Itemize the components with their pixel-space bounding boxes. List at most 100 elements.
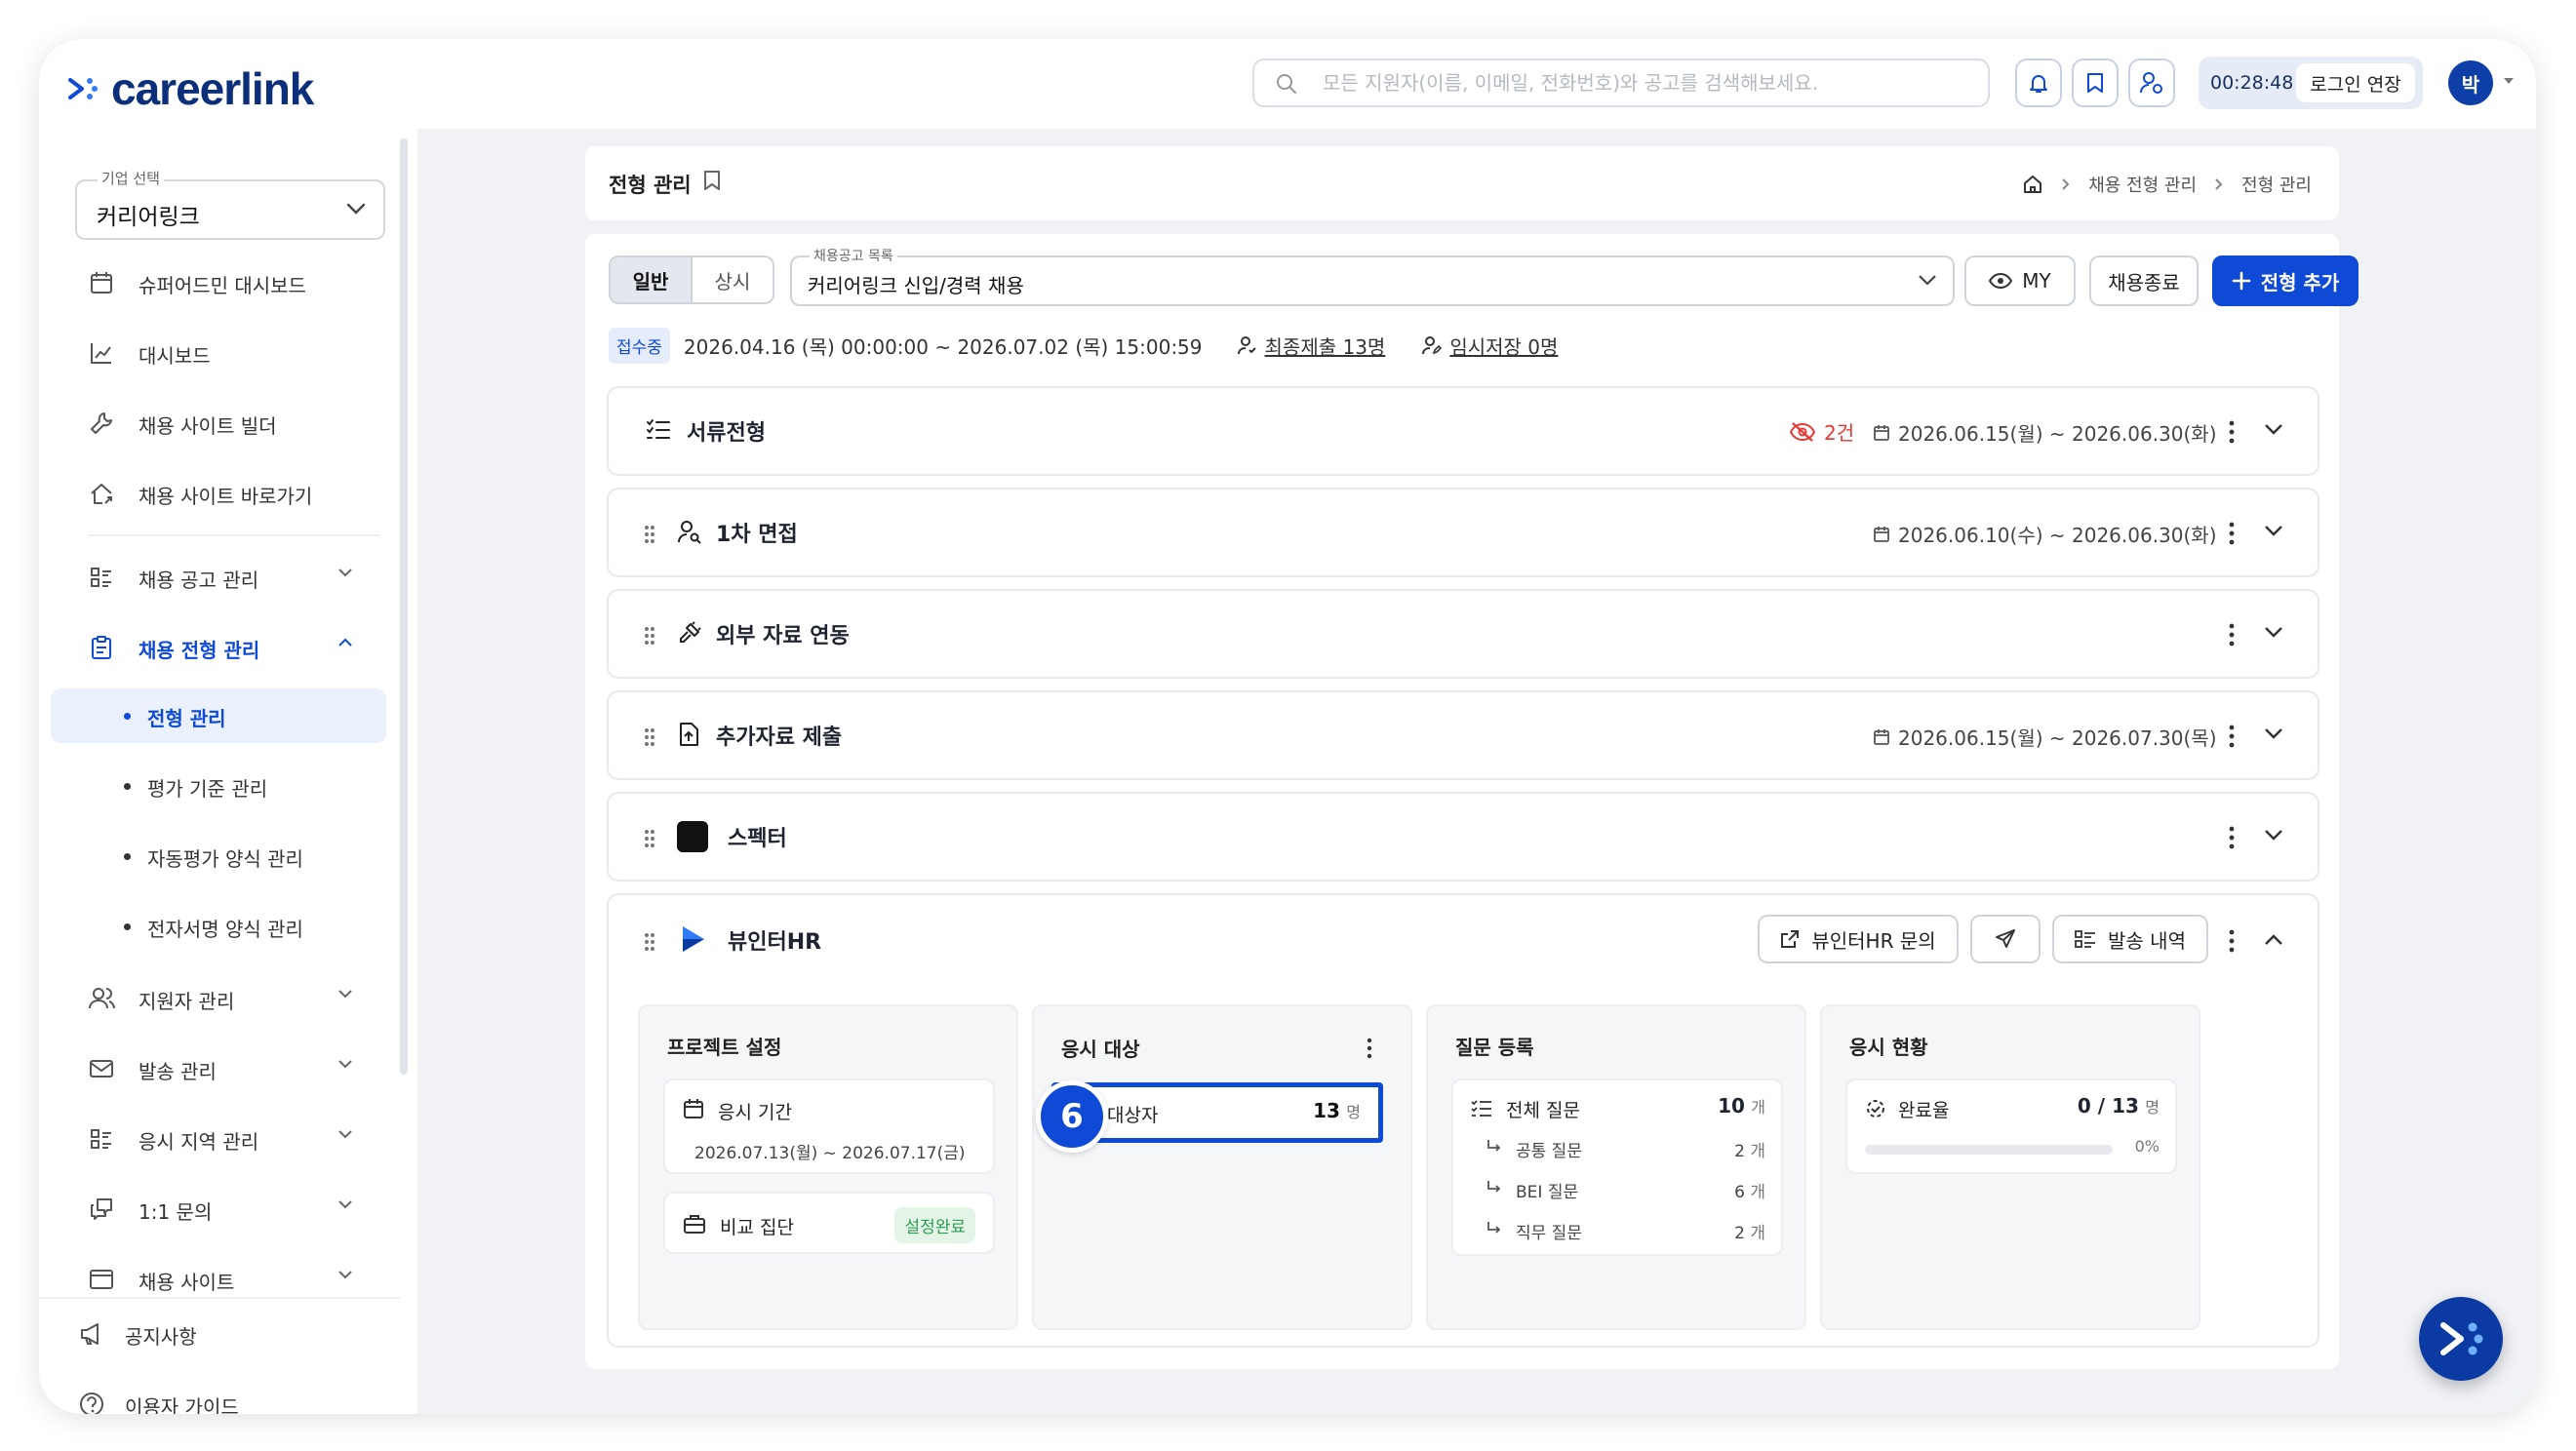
- chevron-down-icon[interactable]: [2264, 423, 2283, 435]
- tab-always[interactable]: 상시: [693, 257, 773, 302]
- sub-arrow-icon: [1487, 1140, 1501, 1152]
- question-tile[interactable]: 전체 질문 10 개 공통 질문 2 개 BEI 질문 6 개 직무 질문 2 …: [1451, 1078, 1783, 1256]
- step-name: 스펙터: [728, 827, 787, 851]
- avatar[interactable]: 박: [2448, 60, 2493, 105]
- chevron-down-icon[interactable]: [2264, 727, 2283, 739]
- drag-handle-icon[interactable]: [644, 932, 655, 952]
- sidebar-item-job-posts[interactable]: 채용 공고 관리: [39, 546, 417, 605]
- test-status-card: 응시 현황 완료율 0 / 13 명 0%: [1820, 1004, 2200, 1330]
- chevron-up-icon[interactable]: [2264, 934, 2283, 946]
- list-icon: [91, 568, 111, 587]
- account-settings-button[interactable]: [2128, 59, 2175, 107]
- hidden-count[interactable]: 2건: [1789, 417, 1854, 446]
- company-select[interactable]: 커리어링크: [75, 179, 385, 240]
- test-period-tile[interactable]: 응시 기간 2026.07.13(월) ~ 2026.07.17(금): [663, 1078, 995, 1174]
- chevron-down-icon: [338, 1130, 352, 1139]
- chevron-down-icon[interactable]: [2264, 525, 2283, 536]
- step-period-text: 2026.06.15(월) ~ 2026.06.30(화): [1898, 422, 2217, 446]
- more-vertical-icon[interactable]: [2228, 928, 2236, 954]
- more-vertical-icon[interactable]: [2228, 622, 2236, 647]
- step-name: 외부 자료 연동: [716, 624, 850, 648]
- step-row[interactable]: 서류전형 2건 2026.06.15(월) ~ 2026.06.30(화): [607, 386, 2319, 476]
- sidebar-item-test-regions[interactable]: 응시 지역 관리: [39, 1108, 417, 1166]
- viewinter-logo-icon: [683, 926, 704, 952]
- add-step-label: 전형 추가: [2260, 270, 2340, 294]
- more-vertical-icon[interactable]: [2228, 825, 2236, 850]
- bookmark-icon[interactable]: [702, 169, 722, 192]
- temp-save-link[interactable]: 임시저장 0명: [1422, 332, 1558, 360]
- search-icon: [1277, 74, 1296, 94]
- caret-down-icon[interactable]: [2502, 76, 2516, 86]
- add-step-button[interactable]: 전형 추가: [2212, 255, 2358, 306]
- sidebar-notice[interactable]: 공지사항: [39, 1307, 417, 1361]
- sidebar-item-superadmin-dashboard[interactable]: 슈퍼어드민 대시보드: [39, 252, 417, 310]
- final-submit-link[interactable]: 최종제출 13명: [1237, 332, 1385, 360]
- user-edit-icon: [1422, 336, 1443, 355]
- step-row[interactable]: 추가자료 제출 2026.06.15(월) ~ 2026.07.30(목): [607, 690, 2319, 780]
- calendar-icon: [1874, 526, 1889, 542]
- breadcrumb-item: 전형 관리: [2241, 176, 2312, 196]
- global-search[interactable]: [1252, 59, 1990, 107]
- type-tabs: 일반 상시: [609, 255, 774, 304]
- sidebar-item-selection-management[interactable]: 채용 전형 관리: [39, 616, 417, 675]
- completion-tile[interactable]: 완료율 0 / 13 명 0%: [1845, 1078, 2177, 1174]
- target-label: 대상자: [1107, 1105, 1159, 1126]
- chevron-down-icon[interactable]: [2264, 626, 2283, 638]
- sidebar-item-site-shortcut[interactable]: 채용 사이트 바로가기: [39, 462, 417, 521]
- completion-value: 0 / 13: [2077, 1094, 2139, 1118]
- comparison-group-tile[interactable]: 비교 집단 설정완료: [663, 1192, 995, 1254]
- send-button[interactable]: [1970, 915, 2041, 963]
- extend-login-button[interactable]: 로그인 연장: [2296, 63, 2415, 102]
- bullet: [124, 783, 131, 790]
- breadcrumb-item[interactable]: 채용 전형 관리: [2088, 172, 2197, 197]
- specter-logo-icon: [677, 821, 708, 852]
- my-filter-button[interactable]: MY: [1964, 255, 2076, 306]
- sidebar-item-inquiry[interactable]: 1:1 문의: [39, 1178, 417, 1236]
- notification-button[interactable]: [2015, 59, 2062, 107]
- sidebar-item-label: 채용 사이트 바로가기: [139, 485, 313, 508]
- chevron-down-icon[interactable]: [2264, 829, 2283, 841]
- list-icon: [91, 1129, 111, 1149]
- chat-fab-button[interactable]: [2419, 1297, 2503, 1381]
- sidebar-item-dashboard[interactable]: 대시보드: [39, 322, 417, 380]
- step-row[interactable]: 1차 면접 2026.06.10(수) ~ 2026.06.30(화): [607, 488, 2319, 577]
- clipboard-icon: [92, 636, 111, 659]
- unit: 개: [1750, 1142, 1765, 1161]
- sidebar-subitem-selection[interactable]: 전형 관리: [51, 688, 386, 743]
- briefcase-icon: [684, 1215, 705, 1234]
- more-vertical-icon[interactable]: [2228, 724, 2236, 749]
- total-question-count: 10 개: [1718, 1094, 1765, 1118]
- sidebar-item-site-builder[interactable]: 채용 사이트 빌더: [39, 392, 417, 451]
- help-icon: [80, 1392, 103, 1414]
- sidebar-subitem-esign[interactable]: 전자서명 양식 관리: [39, 899, 417, 954]
- user-search-icon: [678, 521, 701, 544]
- more-vertical-icon[interactable]: [2228, 521, 2236, 546]
- viewinter-inquiry-button[interactable]: 뷰인터HR 문의: [1758, 915, 1959, 963]
- drag-handle-icon[interactable]: [644, 525, 655, 544]
- step-row[interactable]: 스펙터: [607, 792, 2319, 882]
- more-vertical-icon[interactable]: [1366, 1038, 1373, 1059]
- drag-handle-icon[interactable]: [644, 626, 655, 646]
- step-row[interactable]: 외부 자료 연동: [607, 589, 2319, 679]
- sidebar-guide[interactable]: 이용자 가이드: [39, 1377, 417, 1414]
- plus-icon: [2232, 271, 2251, 291]
- sidebar-subitem-criteria[interactable]: 평가 기준 관리: [39, 759, 417, 813]
- step-period: 2026.06.15(월) ~ 2026.07.30(목): [1873, 723, 2217, 751]
- drag-handle-icon[interactable]: [644, 727, 655, 747]
- logo[interactable]: careerlink: [66, 62, 314, 115]
- page-title: 전형 관리: [609, 174, 692, 197]
- tab-general[interactable]: 일반: [611, 257, 693, 302]
- send-history-button[interactable]: 발송 내역: [2052, 915, 2208, 963]
- sidebar-item-applicants[interactable]: 지원자 관리: [39, 967, 417, 1026]
- step-name: 뷰인터HR: [728, 930, 822, 955]
- bookmark-button[interactable]: [2072, 59, 2119, 107]
- drag-handle-icon[interactable]: [644, 829, 655, 848]
- total-question-value: 10: [1718, 1094, 1745, 1118]
- more-vertical-icon[interactable]: [2228, 419, 2236, 445]
- sidebar-item-messaging[interactable]: 발송 관리: [39, 1038, 417, 1096]
- close-recruitment-button[interactable]: 채용종료: [2089, 255, 2199, 306]
- home-icon[interactable]: [2022, 175, 2043, 194]
- sidebar-subitem-auto-eval[interactable]: 자동평가 양식 관리: [39, 829, 417, 883]
- search-input[interactable]: [1323, 60, 1966, 105]
- job-select[interactable]: 채용공고 목록 커리어링크 신입/경력 채용: [790, 246, 1955, 306]
